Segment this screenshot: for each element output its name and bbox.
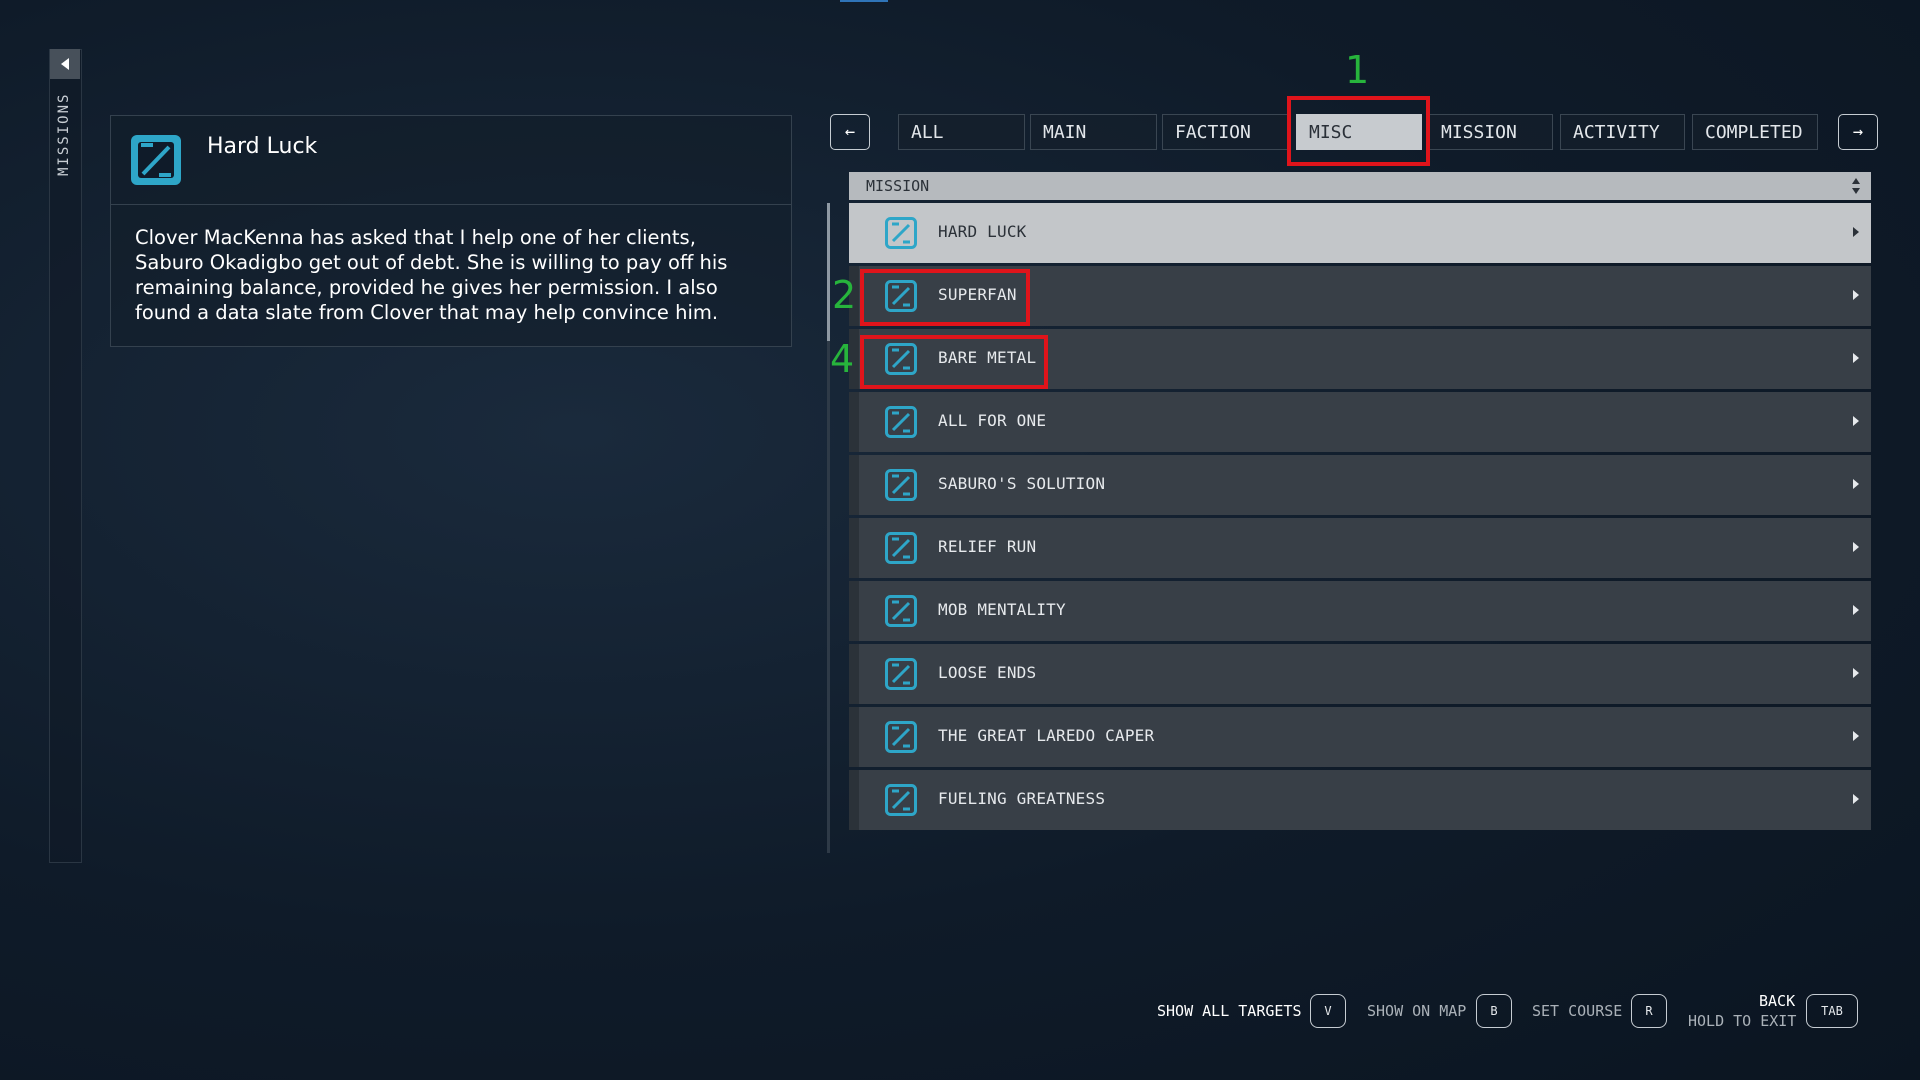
annotation-number-4: 4: [830, 337, 855, 381]
mission-row-label: HARD LUCK: [938, 222, 1027, 241]
chevron-right-icon: [1853, 605, 1859, 615]
mission-row-label: RELIEF RUN: [938, 537, 1037, 556]
sort-icon: [1852, 178, 1860, 194]
caret-left-icon: [61, 58, 69, 70]
mission-type-icon: [885, 721, 917, 753]
set-course-label: SET COURSE: [1532, 1002, 1623, 1020]
chevron-right-icon: [1853, 542, 1859, 552]
chevron-right-icon: [1853, 416, 1859, 426]
mission-type-icon: [885, 784, 917, 816]
mission-type-icon: [131, 135, 181, 185]
key-r-button[interactable]: R: [1631, 994, 1667, 1028]
mission-row-label: FUELING GREATNESS: [938, 789, 1106, 808]
mission-title: Hard Luck: [207, 134, 318, 159]
mission-type-icon: [885, 532, 917, 564]
mission-type-icon: [885, 217, 917, 249]
mission-row[interactable]: HARD LUCK: [849, 203, 1871, 263]
mission-detail-panel: Hard Luck Clover MacKenna has asked that…: [110, 115, 792, 347]
mission-row[interactable]: THE GREAT LAREDO CAPER: [849, 707, 1871, 767]
chevron-right-icon: [1853, 290, 1859, 300]
mission-description: Clover MacKenna has asked that I help on…: [135, 226, 728, 324]
sidebar-label: MISSIONS: [56, 93, 72, 176]
key-v-button[interactable]: V: [1310, 994, 1346, 1028]
mission-row[interactable]: SABURO'S SOLUTION: [849, 455, 1871, 515]
mission-type-icon: [885, 406, 917, 438]
annotation-box-misc-tab: [1287, 96, 1430, 166]
chevron-right-icon: [1853, 479, 1859, 489]
mission-detail-header: Hard Luck: [111, 116, 791, 205]
back-label: BACK: [1759, 992, 1796, 1010]
tab-all[interactable]: ALL: [898, 114, 1025, 150]
mission-row[interactable]: RELIEF RUN: [849, 518, 1871, 578]
mission-row[interactable]: ALL FOR ONE: [849, 392, 1871, 452]
prev-tab-button[interactable]: ←: [830, 114, 870, 150]
list-header-label: MISSION: [866, 177, 930, 195]
next-tab-button[interactable]: →: [1838, 114, 1878, 150]
key-tab-button[interactable]: TAB: [1806, 994, 1858, 1028]
mission-row-label: ALL FOR ONE: [938, 411, 1047, 430]
mission-row[interactable]: LOOSE ENDS: [849, 644, 1871, 704]
chevron-right-icon: [1853, 353, 1859, 363]
chevron-right-icon: [1853, 731, 1859, 741]
top-indicator: [840, 0, 888, 2]
mission-type-icon: [885, 469, 917, 501]
list-sort-header[interactable]: MISSION: [849, 172, 1871, 200]
mission-row-label: LOOSE ENDS: [938, 663, 1037, 682]
annotation-box-bare-metal: [860, 335, 1048, 389]
mission-row-label: THE GREAT LAREDO CAPER: [938, 726, 1155, 745]
mission-type-icon: [885, 595, 917, 627]
chevron-right-icon: [1853, 668, 1859, 678]
tab-main[interactable]: MAIN: [1030, 114, 1157, 150]
tab-faction[interactable]: FACTION: [1162, 114, 1289, 150]
mission-row[interactable]: FUELING GREATNESS: [849, 770, 1871, 830]
chevron-right-icon: [1853, 794, 1859, 804]
mission-type-icon: [885, 658, 917, 690]
tab-mission[interactable]: MISSION: [1428, 114, 1553, 150]
collapse-sidebar-button[interactable]: [50, 49, 80, 79]
show-all-targets-label: SHOW ALL TARGETS: [1157, 1002, 1302, 1020]
mission-row-label: SABURO'S SOLUTION: [938, 474, 1106, 493]
annotation-number-1: 1: [1345, 48, 1370, 92]
show-on-map-label: SHOW ON MAP: [1367, 1002, 1467, 1020]
annotation-box-superfan: [860, 269, 1030, 326]
mission-row[interactable]: MOB MENTALITY: [849, 581, 1871, 641]
key-b-button[interactable]: B: [1476, 994, 1512, 1028]
tab-completed[interactable]: COMPLETED: [1692, 114, 1818, 150]
hold-to-exit-label: HOLD TO EXIT: [1688, 1012, 1797, 1030]
tab-activity[interactable]: ACTIVITY: [1560, 114, 1685, 150]
annotation-number-2: 2: [832, 273, 857, 317]
mission-row-label: MOB MENTALITY: [938, 600, 1066, 619]
list-scrollbar-thumb[interactable]: [827, 203, 830, 341]
chevron-right-icon: [1853, 227, 1859, 237]
